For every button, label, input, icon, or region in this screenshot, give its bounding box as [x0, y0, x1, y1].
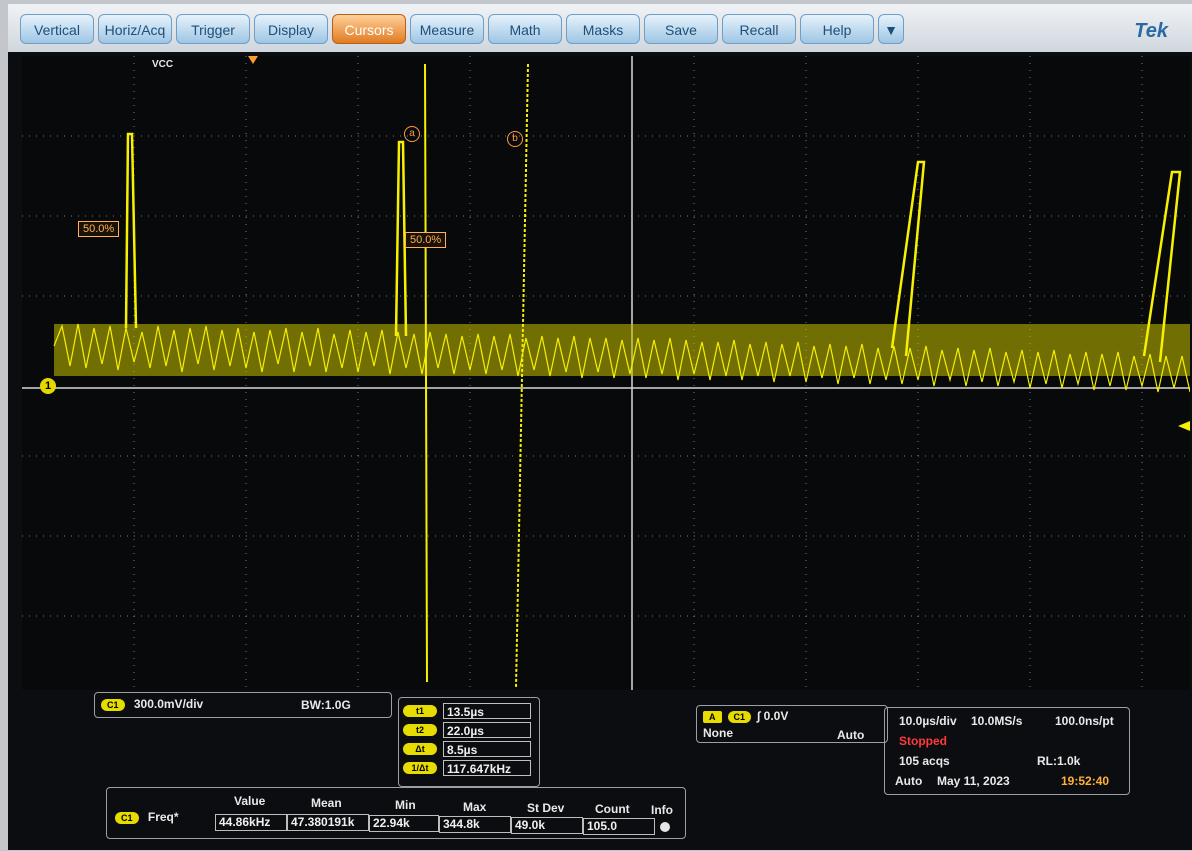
graticule	[22, 56, 1190, 690]
cursor-delta-value: 8.5µs	[443, 741, 531, 757]
cursor-delta-badge: Δt	[403, 743, 437, 755]
level-marker-right: 50.0%	[405, 232, 447, 248]
meas-channel-badge: C1	[115, 812, 139, 824]
cursor-inverse-value: 117.647kHz	[443, 760, 531, 776]
timebase: 10.0µs/div	[899, 714, 957, 728]
meas-mean: 47.380191k	[287, 814, 369, 831]
acquisition-panel[interactable]: 10.0µs/div 10.0MS/s 100.0ns/pt Stopped 1…	[884, 707, 1130, 795]
channel-scale-panel[interactable]: C1 300.0mV/div BW:1.0G	[94, 692, 392, 718]
channel-badge: C1	[101, 699, 125, 711]
meas-header-value: Value	[234, 794, 266, 808]
meas-stdev: 49.0k	[511, 817, 583, 834]
brand-logo: Tek	[1134, 20, 1168, 42]
cursor-b-handle[interactable]: b	[507, 131, 523, 147]
trigger-mode: Auto	[837, 728, 865, 742]
level-marker-left: 50.0%	[78, 221, 120, 237]
menu-bar: Vertical Horiz/Acq Trigger Display Curso…	[8, 4, 1192, 52]
cursor-t2-value: 22.0µs	[443, 722, 531, 738]
acq-time: 19:52:40	[1061, 774, 1110, 788]
menu-vertical[interactable]: Vertical	[20, 14, 94, 44]
cursor-inverse-badge: 1/Δt	[403, 762, 437, 774]
sample-rate: 10.0MS/s	[971, 714, 1023, 728]
trigger-coupling: None	[703, 726, 733, 740]
trigger-slope-icon: ∫	[757, 709, 761, 723]
cursor-readout-panel[interactable]: t1 13.5µs t2 22.0µs Δt 8.5µs 1/Δt 117.64…	[398, 697, 540, 787]
menu-trigger[interactable]: Trigger	[176, 14, 250, 44]
meas-header-max: Max	[463, 800, 487, 814]
meas-header-info: Info	[651, 803, 673, 817]
meas-header-mean: Mean	[311, 796, 342, 810]
bandwidth-label: BW:1.0G	[301, 698, 351, 712]
resolution: 100.0ns/pt	[1055, 714, 1114, 728]
menu-display[interactable]: Display	[254, 14, 328, 44]
waveform-display[interactable]: VCC a b 50.0% 50.0% 1	[22, 56, 1190, 690]
meas-min: 22.94k	[369, 815, 439, 832]
channel-scale: 300.0mV/div	[133, 697, 204, 711]
meas-header-count: Count	[595, 802, 630, 816]
cursor-t1-value: 13.5µs	[443, 703, 531, 719]
menu-horiz-acq[interactable]: Horiz/Acq	[98, 14, 172, 44]
menu-help[interactable]: Help	[800, 14, 874, 44]
meas-header-min: Min	[395, 798, 416, 812]
trigger-panel[interactable]: A C1 ∫ 0.0V None Auto	[696, 705, 888, 743]
menu-measure[interactable]: Measure	[410, 14, 484, 44]
menu-math[interactable]: Math	[488, 14, 562, 44]
meas-max: 344.8k	[439, 816, 511, 833]
menu-masks[interactable]: Masks	[566, 14, 640, 44]
trigger-channel-badge: C1	[727, 711, 752, 723]
acq-mode: Auto	[895, 774, 923, 788]
cursor-t1-badge: t1	[403, 705, 437, 717]
menu-more-button[interactable]: ▼	[878, 14, 904, 44]
trigger-level: 0.0V	[763, 709, 789, 723]
meas-header-stdev: St Dev	[527, 801, 565, 815]
run-status: Stopped	[899, 734, 947, 748]
meas-count: 105.0	[583, 818, 655, 835]
info-icon[interactable]	[660, 822, 670, 832]
meas-name: Freq*	[147, 810, 179, 824]
menu-recall[interactable]: Recall	[722, 14, 796, 44]
measurement-panel[interactable]: Value Mean Min Max St Dev Count Info C1 …	[106, 787, 686, 839]
trigger-a-badge: A	[703, 711, 722, 723]
record-length: RL:1.0k	[1037, 754, 1081, 768]
acquisition-count: 105 acqs	[899, 754, 950, 768]
cursor-a-handle[interactable]: a	[404, 126, 420, 142]
vcc-label: VCC	[152, 59, 174, 70]
channel-1-marker[interactable]: 1	[40, 378, 56, 394]
acq-date: May 11, 2023	[937, 774, 1010, 788]
menu-cursors[interactable]: Cursors	[332, 14, 406, 44]
menu-save[interactable]: Save	[644, 14, 718, 44]
meas-value: 44.86kHz	[215, 814, 287, 831]
cursor-t2-badge: t2	[403, 724, 437, 736]
